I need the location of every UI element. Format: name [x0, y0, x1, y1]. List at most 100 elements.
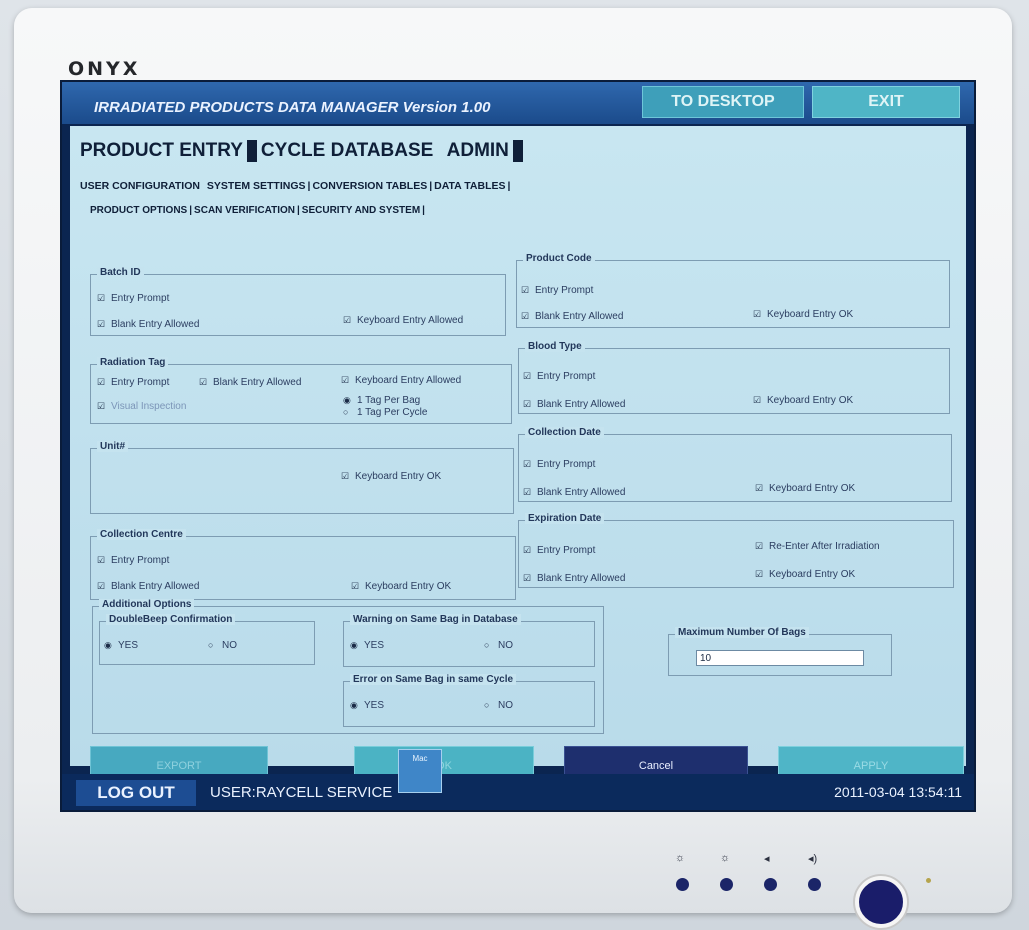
radiation-tag-blank-entry[interactable]: ☑ Blank Entry Allowed: [199, 377, 301, 388]
batch-id-keyboard-entry[interactable]: ☑ Keyboard Entry Allowed: [343, 315, 463, 326]
warning-same-bag-legend: Warning on Same Bag in Database: [350, 614, 521, 625]
error-same-bag-no-label: NO: [498, 700, 513, 711]
max-bags-input[interactable]: [696, 650, 864, 666]
checkbox-icon: ☑: [97, 555, 106, 565]
tab-data-tables[interactable]: DATA TABLES: [432, 180, 507, 192]
double-beep-no[interactable]: ○ NO: [208, 640, 237, 651]
radiation-tag-per-bag[interactable]: ◉ 1 Tag Per Bag: [343, 395, 420, 406]
double-beep-yes[interactable]: ◉ YES: [104, 640, 138, 651]
mac-icon[interactable]: Mac: [398, 749, 442, 793]
batch-id-entry-prompt[interactable]: ☑ Entry Prompt: [97, 293, 169, 304]
status-bar: LOG OUT USER:RAYCELL SERVICE 2011-03-04 …: [62, 774, 974, 810]
radio-icon: ◉: [104, 640, 112, 650]
radio-icon: ◉: [350, 700, 358, 710]
brightness-down-icon: ☼: [720, 852, 731, 864]
logout-button[interactable]: LOG OUT: [76, 780, 196, 806]
checkbox-icon: ☑: [341, 471, 350, 481]
checkbox-icon: ☑: [755, 569, 764, 579]
expiration-date-group: Expiration Date ☑ Entry Prompt ☑ Re-Enter …: [518, 513, 954, 588]
expiration-date-blank-entry[interactable]: ☑ Blank Entry Allowed: [523, 573, 625, 584]
radiation-tag-keyboard-entry[interactable]: ☑ Keyboard Entry Allowed: [341, 375, 461, 386]
tab-scan-verification[interactable]: SCAN VERIFICATION: [192, 205, 297, 216]
tab-system-settings[interactable]: SYSTEM SETTINGS: [205, 180, 308, 192]
radiation-tag-per-bag-label: 1 Tag Per Bag: [357, 395, 421, 406]
product-code-keyboard-ok[interactable]: ☑ Keyboard Entry OK: [753, 309, 853, 320]
error-same-bag-no[interactable]: ○ NO: [484, 700, 513, 711]
error-same-bag-group: Error on Same Bag in same Cycle ◉ YES ○ NO: [343, 674, 595, 727]
checkbox-icon: ☑: [753, 395, 762, 405]
collection-date-keyboard-ok[interactable]: ☑ Keyboard Entry OK: [755, 483, 855, 494]
date-time: 2011-03-04 13:54:11: [834, 784, 962, 800]
radiation-tag-visual-inspection[interactable]: ☑ Visual Inspection: [97, 401, 186, 412]
blood-type-keyboard-ok[interactable]: ☑ Keyboard Entry OK: [753, 395, 853, 406]
collection-date-group: Collection Date ☑ Entry Prompt ☑ Blank Ent…: [518, 427, 952, 502]
error-same-bag-legend: Error on Same Bag in same Cycle: [350, 674, 517, 685]
tab-user-configuration[interactable]: USER CONFIGURATION: [78, 180, 202, 192]
radiation-tag-per-cycle[interactable]: ○ 1 Tag Per Cycle: [343, 407, 427, 418]
tab-product-entry[interactable]: PRODUCT ENTRY: [76, 140, 247, 161]
tab-divider: [512, 140, 523, 162]
product-code-blank-entry[interactable]: ☑ Blank Entry Allowed: [521, 311, 623, 322]
product-code-entry-prompt[interactable]: ☑ Entry Prompt: [521, 285, 593, 296]
collection-date-entry-prompt-label: Entry Prompt: [537, 459, 596, 470]
warning-same-bag-group: Warning on Same Bag in Database ◉ YES ○ NO: [343, 614, 595, 667]
warning-same-bag-yes-label: YES: [364, 640, 385, 651]
unit-group: Unit# ☑ Keyboard Entry OK: [90, 441, 514, 514]
power-led: [926, 878, 931, 883]
sub-tabs-2: PRODUCT OPTIONS | SCAN VERIFICATION | SECURI…: [88, 205, 425, 216]
collection-centre-entry-prompt[interactable]: ☑ Entry Prompt: [97, 555, 169, 566]
radiation-tag-visual-inspection-label: Visual Inspection: [111, 401, 187, 412]
blood-type-blank-entry[interactable]: ☑ Blank Entry Allowed: [523, 399, 625, 410]
expiration-date-re-enter[interactable]: ☑ Re-Enter After Irradiation: [755, 541, 880, 552]
checkbox-icon: ☑: [97, 293, 106, 303]
sub-tabs: USER CONFIGURATION SYSTEM SETTINGS | CONVE…: [78, 180, 511, 192]
batch-id-blank-entry[interactable]: ☑ Blank Entry Allowed: [97, 319, 199, 330]
expiration-date-legend: Expiration Date: [525, 513, 605, 524]
warning-same-bag-yes[interactable]: ◉ YES: [350, 640, 384, 651]
collection-centre-group: Collection Centre ☑ Entry Prompt ☑ Blank E…: [90, 529, 516, 600]
batch-id-entry-prompt-label: Entry Prompt: [111, 293, 170, 304]
batch-id-keyboard-entry-label: Keyboard Entry Allowed: [357, 315, 464, 326]
blood-type-entry-prompt[interactable]: ☑ Entry Prompt: [523, 371, 595, 382]
collection-date-entry-prompt[interactable]: ☑ Entry Prompt: [523, 459, 595, 470]
blood-type-legend: Blood Type: [525, 341, 585, 352]
tab-cycle-database[interactable]: CYCLE DATABASE: [257, 140, 437, 161]
warning-same-bag-no[interactable]: ○ NO: [484, 640, 513, 651]
additional-options-group: Additional Options DoubleBeep Confirmati…: [92, 599, 604, 734]
exit-button[interactable]: EXIT: [812, 86, 960, 118]
checkbox-icon: ☑: [351, 581, 360, 591]
tab-product-options[interactable]: PRODUCT OPTIONS: [88, 205, 189, 216]
volume-up-button[interactable]: [808, 878, 821, 891]
collection-date-blank-entry[interactable]: ☑ Blank Entry Allowed: [523, 487, 625, 498]
checkbox-icon: ☑: [97, 377, 106, 387]
unit-keyboard-ok[interactable]: ☑ Keyboard Entry OK: [341, 471, 441, 482]
brightness-down-button[interactable]: [720, 878, 733, 891]
double-beep-legend: DoubleBeep Confirmation: [106, 614, 236, 625]
brand-logo: ONYX: [68, 58, 141, 80]
tab-conversion-tables[interactable]: CONVERSION TABLES: [310, 180, 429, 192]
expiration-date-keyboard-ok[interactable]: ☑ Keyboard Entry OK: [755, 569, 855, 580]
collection-centre-keyboard-ok[interactable]: ☑ Keyboard Entry OK: [351, 581, 451, 592]
app-title: IRRADIATED PRODUCTS DATA MANAGER Version…: [94, 99, 491, 116]
checkbox-icon: ☑: [341, 375, 350, 385]
double-beep-no-label: NO: [222, 640, 237, 651]
double-beep-group: DoubleBeep Confirmation ◉ YES ○ NO: [99, 614, 315, 665]
tab-admin[interactable]: ADMIN: [443, 140, 513, 161]
power-button[interactable]: [855, 876, 907, 928]
unit-legend: Unit#: [97, 441, 128, 452]
product-code-blank-entry-label: Blank Entry Allowed: [535, 311, 624, 322]
checkbox-icon: ☑: [523, 573, 532, 583]
expiration-date-entry-prompt[interactable]: ☑ Entry Prompt: [523, 545, 595, 556]
radiation-tag-group: Radiation Tag ☑ Entry Prompt ☑ Blank Entry…: [90, 357, 512, 424]
double-beep-yes-label: YES: [118, 640, 139, 651]
main-tabs: PRODUCT ENTRY CYCLE DATABASE ADMIN: [76, 140, 523, 162]
volume-down-button[interactable]: [764, 878, 777, 891]
tab-security-system[interactable]: SECURITY AND SYSTEM: [300, 205, 422, 216]
collection-centre-entry-prompt-label: Entry Prompt: [111, 555, 170, 566]
error-same-bag-yes[interactable]: ◉ YES: [350, 700, 384, 711]
collection-centre-blank-entry[interactable]: ☑ Blank Entry Allowed: [97, 581, 199, 592]
brightness-up-button[interactable]: [676, 878, 689, 891]
radiation-tag-entry-prompt[interactable]: ☑ Entry Prompt: [97, 377, 169, 388]
checkbox-icon: ☑: [753, 309, 762, 319]
to-desktop-button[interactable]: TO DESKTOP: [642, 86, 804, 118]
